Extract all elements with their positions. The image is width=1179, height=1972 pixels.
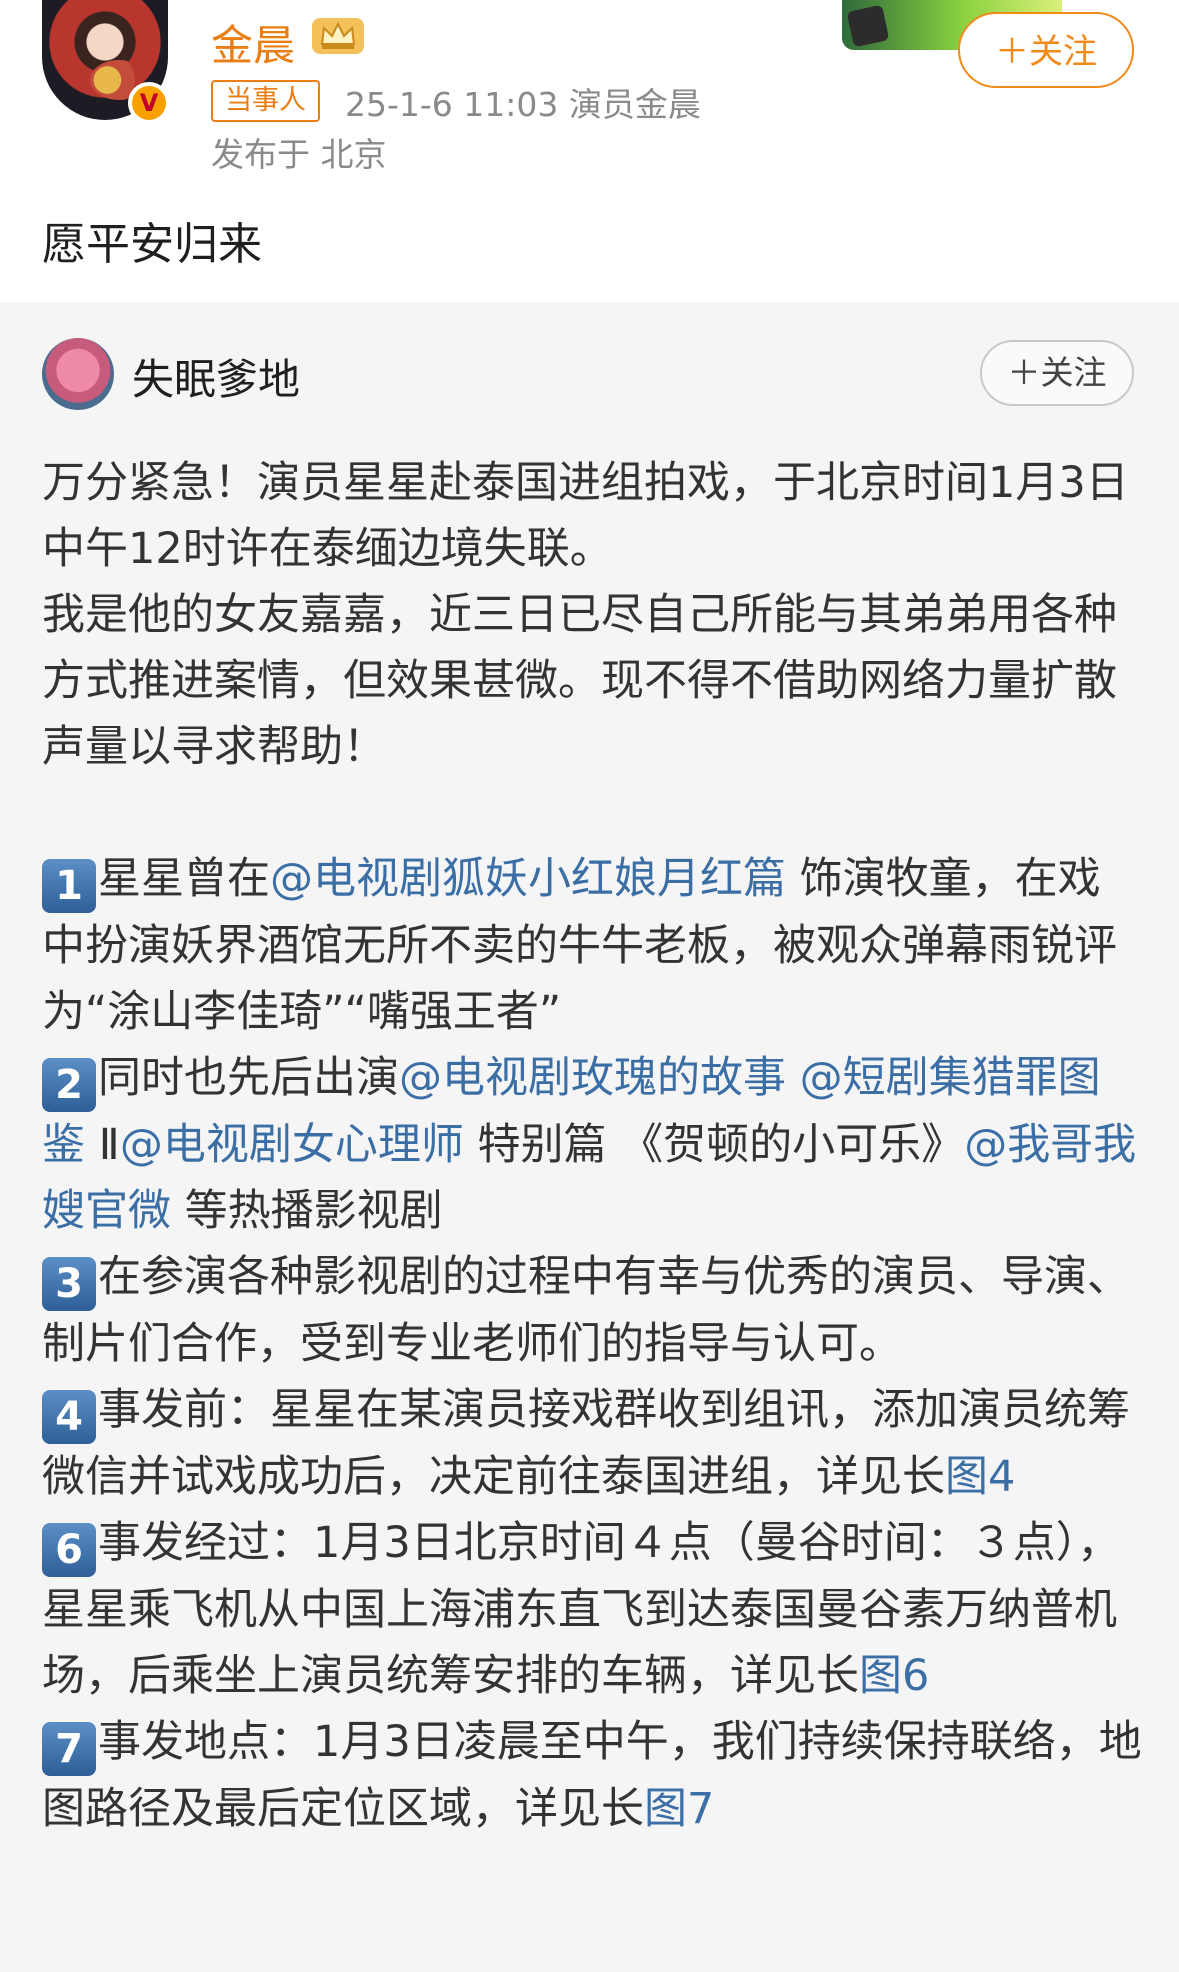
author-name[interactable]: 金晨	[211, 12, 295, 73]
image-link[interactable]: 图6	[859, 1651, 929, 1701]
list-item: 3 在参演各种影视剧的过程中有幸与优秀的演员、导演、制片们合作，受到专业老师们的指…	[42, 1252, 1130, 1369]
image-link[interactable]: 图4	[945, 1452, 1015, 1502]
list-item: 2 同时也先后出演@电视剧玫瑰的故事 @短剧集猎罪图鉴 Ⅱ@电视剧女心理师 特别篇…	[42, 1053, 1137, 1236]
post-location: 发布于 北京	[211, 135, 387, 174]
repost-card[interactable]: 失眠爹地 ＋关注 万分紧急！演员星星赴泰国进组拍戏，于北京时间1月3日中午12时…	[0, 302, 1179, 1972]
image-link[interactable]: 图7	[644, 1784, 714, 1834]
post-meta: 25-1-6 11:03 演员金晨	[345, 85, 701, 124]
list-item: 7 事发地点：1月3日凌晨至中午，我们持续保持联络，地图路径及最后定位区域，详见长…	[42, 1717, 1142, 1834]
repost-author-name[interactable]: 失眠爹地	[132, 346, 300, 407]
party-badge: 当事人	[211, 80, 320, 122]
number-2-icon: 2	[42, 1058, 96, 1112]
list-item: 1 星星曾在@电视剧狐妖小红娘月红篇 饰演牧童，在戏中扮演妖界酒馆无所不卖的牛牛老…	[42, 854, 1117, 1037]
number-4-icon: 4	[42, 1390, 96, 1444]
follow-button[interactable]: ＋关注	[958, 12, 1134, 88]
mention-link[interactable]: @电视剧玫瑰的故事	[399, 1053, 786, 1103]
post-text: 愿平安归来	[42, 219, 262, 270]
number-3-icon: 3	[42, 1257, 96, 1311]
repost-follow-button[interactable]: ＋关注	[980, 340, 1134, 406]
list-item: 6 事发经过：1月3日北京时间４点（曼谷时间：３点），星星乘飞机从中国上海浦东直飞…	[42, 1518, 1121, 1701]
repost-author-avatar[interactable]	[42, 338, 114, 410]
mention-link[interactable]: @电视剧狐妖小红娘月红篇	[270, 854, 786, 904]
number-1-icon: 1	[42, 859, 96, 913]
number-7-icon: 7	[42, 1722, 96, 1776]
crown-icon	[312, 18, 364, 54]
intro-paragraph: 万分紧急！演员星星赴泰国进组拍戏，于北京时间1月3日中午12时许在泰缅边境失联。	[42, 458, 1129, 574]
dice-icon	[846, 4, 890, 48]
post-card: V 金晨 当事人 25-1-6 11:03 演员金晨 发布于 北京 ＋关注 愿平…	[0, 0, 1179, 302]
verified-badge-icon: V	[128, 82, 170, 124]
mention-link[interactable]: @电视剧女心理师	[120, 1120, 464, 1170]
number-6-icon: 6	[42, 1523, 96, 1577]
intro-paragraph: 我是他的女友嘉嘉，近三日已尽自己所能与其弟弟用各种方式推进案情，但效果甚微。现不…	[42, 590, 1117, 772]
repost-body: 万分紧急！演员星星赴泰国进组拍戏，于北京时间1月3日中午12时许在泰缅边境失联。…	[42, 450, 1142, 1842]
list-item: 4 事发前：星星在某演员接戏群收到组讯，添加演员统筹微信并试戏成功后，决定前往泰国…	[42, 1385, 1130, 1502]
